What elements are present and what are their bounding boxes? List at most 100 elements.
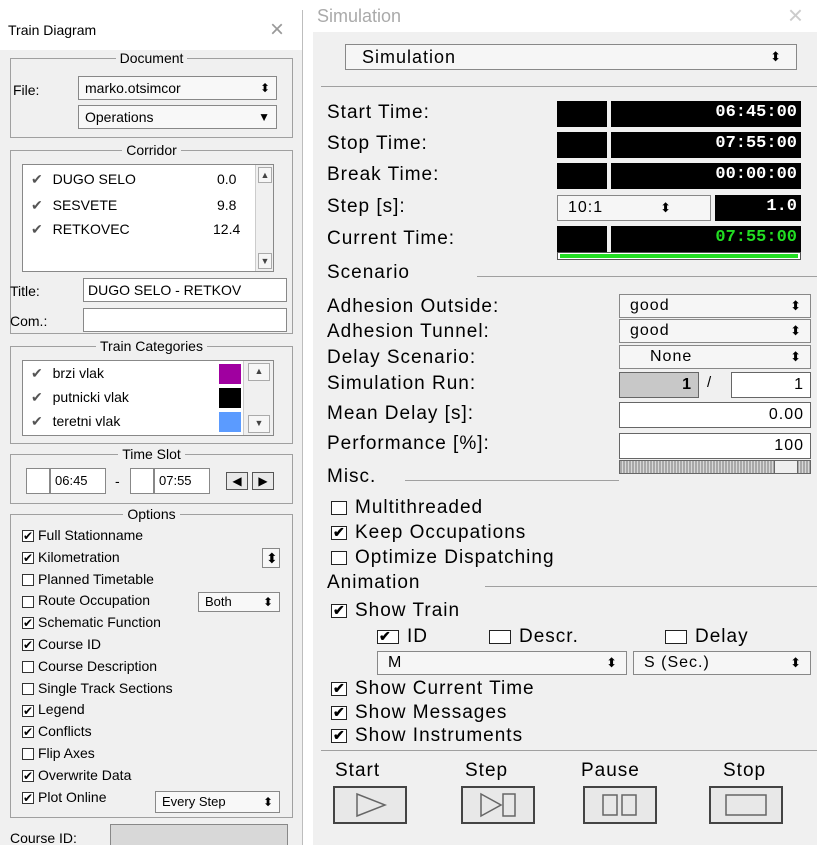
operations-dropdown[interactable]: Operations ▼ (78, 105, 277, 129)
break-time-display[interactable]: 00:00:00 (611, 163, 801, 189)
corridor-scrollbar[interactable]: ▲ ▼ (255, 165, 273, 271)
divider (477, 276, 817, 277)
course-id-label: Course ID: (10, 830, 77, 845)
optimize-dispatching-checkbox[interactable]: Optimize Dispatching (331, 547, 555, 569)
option-checkbox[interactable]: Conflicts (22, 723, 92, 741)
option-label: Course ID (38, 636, 102, 652)
show-messages-label: Show Messages (355, 702, 508, 723)
checkbox-icon (665, 629, 687, 644)
checkbox-icon (22, 549, 34, 567)
color-swatch[interactable] (219, 364, 241, 384)
show-current-time-checkbox[interactable]: Show Current Time (331, 678, 535, 700)
performance-input[interactable]: 100 (619, 433, 811, 459)
list-item[interactable]: ✔ DUGO SELO 0.0 (31, 171, 236, 188)
plot-online-select[interactable]: Every Step ⬍ (155, 791, 280, 813)
current-time-display[interactable]: 07:55:00 (611, 226, 801, 252)
simulation-mode-select[interactable]: Simulation ⬍ (345, 44, 797, 70)
adhesion-tunnel-select[interactable]: good ⬍ (619, 319, 811, 343)
kilometration-spin[interactable]: ⬍ (262, 548, 280, 568)
option-checkbox[interactable]: Overwrite Data (22, 767, 131, 785)
step-button[interactable] (461, 786, 535, 824)
adhesion-outside-select[interactable]: good ⬍ (619, 294, 811, 318)
category-name: putnicki vlak (52, 389, 129, 405)
scroll-up-icon[interactable]: ▲ (248, 363, 270, 381)
simulation-progress-bar (557, 252, 801, 260)
file-select[interactable]: marko.otsimcor ⬍ (78, 76, 277, 100)
time-unit-select[interactable]: S (Sec.) ⬍ (633, 651, 811, 675)
title-input[interactable]: DUGO SELO - RETKOV (83, 278, 287, 302)
stop-icon (725, 794, 767, 816)
start-time-display[interactable]: 06:45:00 (611, 101, 801, 127)
time-to-input[interactable]: 07:55 (154, 468, 210, 494)
option-checkbox[interactable]: Full Stationname (22, 527, 143, 545)
next-slot-button[interactable]: ▶ (252, 472, 274, 490)
show-messages-checkbox[interactable]: Show Messages (331, 702, 507, 724)
list-item[interactable]: ✔ putnicki vlak (31, 389, 129, 406)
option-checkbox[interactable]: Course ID (22, 636, 102, 654)
pause-icon (602, 794, 637, 816)
updown-arrow-icon: ⬍ (606, 655, 618, 670)
file-select-value: marko.otsimcor (85, 80, 181, 96)
pause-button[interactable] (583, 786, 657, 824)
start-time-indicator (557, 101, 607, 127)
time-from-spin[interactable] (26, 468, 50, 494)
train-categories-list[interactable]: ✔ brzi vlak ✔ putnicki vlak ✔ teretni vl… (22, 360, 274, 436)
step-ratio-select[interactable]: 10:1 ⬍ (557, 195, 711, 221)
adhesion-outside-value: good (630, 297, 670, 314)
route-occupation-select[interactable]: Both ⬍ (198, 592, 280, 612)
option-checkbox[interactable]: Planned Timetable (22, 571, 154, 587)
list-item[interactable]: ✔ brzi vlak (31, 365, 104, 382)
show-train-checkbox[interactable]: Show Train (331, 600, 460, 622)
option-checkbox[interactable]: Legend (22, 701, 85, 720)
slider-thumb[interactable] (774, 460, 798, 474)
id-checkbox[interactable]: ID (377, 626, 428, 648)
option-label: Kilometration (38, 548, 120, 565)
option-label: Course Description (38, 657, 158, 674)
checkbox-icon (22, 595, 34, 608)
option-checkbox[interactable]: Route Occupation (22, 592, 150, 608)
list-item[interactable]: ✔ RETKOVEC 12.4 (31, 221, 240, 238)
previous-slot-button[interactable]: ◀ (226, 472, 248, 490)
course-id-input[interactable] (110, 824, 288, 845)
delay-checkbox[interactable]: Delay (665, 626, 749, 648)
option-checkbox[interactable]: Single Track Sections (22, 680, 173, 696)
scroll-down-icon[interactable]: ▼ (248, 415, 270, 433)
keep-occupations-checkbox[interactable]: Keep Occupations (331, 522, 526, 544)
show-instruments-checkbox[interactable]: Show Instruments (331, 725, 523, 747)
list-item[interactable]: ✔ SESVETE 9.8 (31, 197, 236, 214)
option-checkbox[interactable]: Schematic Function (22, 614, 161, 632)
option-checkbox[interactable]: Kilometration (22, 548, 120, 567)
step-display[interactable]: 1.0 (715, 195, 801, 221)
time-from-input[interactable]: 06:45 (50, 468, 106, 494)
mean-delay-input[interactable]: 0.00 (619, 402, 811, 428)
performance-slider[interactable] (619, 460, 811, 474)
categories-scrollbar[interactable]: ▲ ▼ (243, 361, 273, 435)
simulation-run-total[interactable]: 1 (731, 372, 811, 398)
option-checkbox[interactable]: Flip Axes (22, 745, 95, 761)
delay-scenario-select[interactable]: None ⬍ (619, 345, 811, 369)
show-current-time-label: Show Current Time (355, 678, 535, 699)
option-checkbox[interactable]: Plot Online (22, 789, 106, 807)
train-label-select[interactable]: M ⬍ (377, 651, 627, 675)
train-diagram-panel: Train Diagram × Document File: marko.ots… (0, 10, 303, 845)
scroll-down-icon[interactable]: ▼ (258, 253, 272, 269)
descr-checkbox[interactable]: Descr. (489, 626, 579, 648)
list-item[interactable]: ✔ teretni vlak (31, 413, 120, 430)
station-km: 9.8 (217, 197, 237, 213)
color-swatch[interactable] (219, 412, 241, 432)
category-name: teretni vlak (52, 413, 121, 429)
stop-time-display[interactable]: 07:55:00 (611, 132, 801, 158)
check-icon: ✔ (31, 197, 43, 213)
scroll-up-icon[interactable]: ▲ (258, 167, 272, 183)
color-swatch[interactable] (219, 388, 241, 408)
start-button[interactable] (333, 786, 407, 824)
stop-button[interactable] (709, 786, 783, 824)
com-input[interactable] (83, 308, 287, 332)
simulation-run-separator: / (707, 374, 713, 391)
time-to-spin[interactable] (130, 468, 154, 494)
close-icon[interactable]: × (270, 16, 284, 44)
multithreaded-checkbox[interactable]: Multithreaded (331, 497, 483, 519)
option-checkbox[interactable]: Course Description (22, 658, 157, 674)
corridor-station-list[interactable]: ✔ DUGO SELO 0.0 ✔ SESVETE 9.8 ✔ RETKOVEC… (22, 164, 274, 272)
close-icon[interactable]: × (788, 0, 803, 31)
